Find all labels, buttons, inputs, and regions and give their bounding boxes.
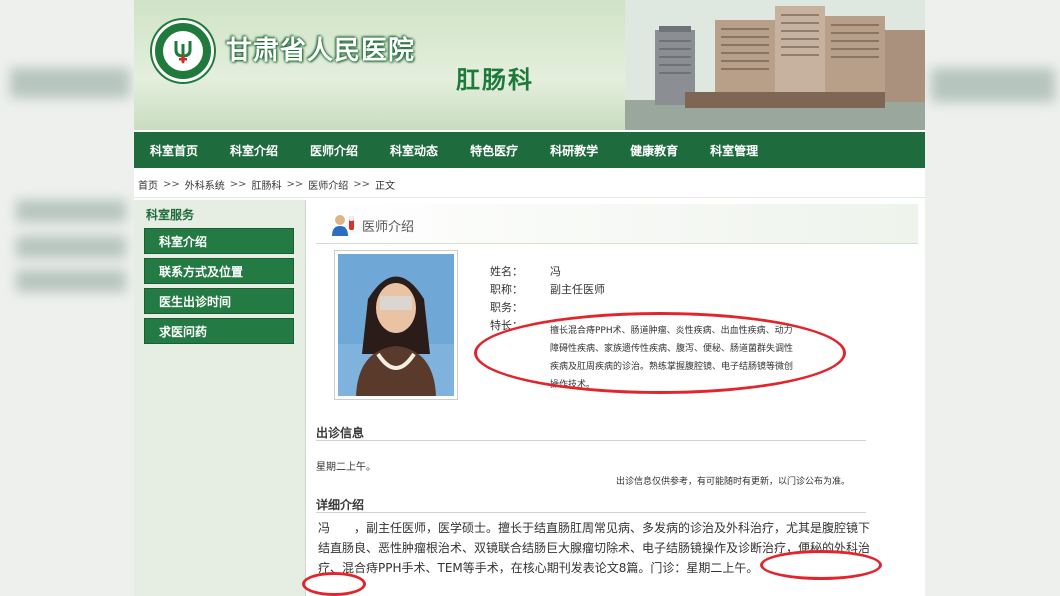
sidebar-title: 科室服务 (146, 208, 195, 222)
logo-emblem-icon (174, 41, 192, 64)
hospital-buildings-image (625, 0, 925, 130)
breadcrumb-separator: >> (229, 179, 247, 190)
detail-title: 详细介绍 (316, 498, 365, 512)
nav-item-health-education[interactable]: 健康教育 (630, 142, 678, 159)
sidebar: 科室服务 科室介绍 联系方式及位置 医生出诊时间 求医问药 (134, 200, 306, 596)
hospital-logo (152, 20, 214, 82)
breadcrumb-surgery[interactable]: 外科系统 (185, 177, 225, 192)
hospital-name: 甘肃省人民医院 (226, 36, 416, 66)
title-label: 职称： (490, 283, 523, 296)
right-blurred-margin (925, 0, 1060, 596)
site-header: 甘肃省人民医院 肛肠科 (134, 0, 925, 130)
position-label: 职务： (490, 301, 523, 314)
breadcrumb-home[interactable]: 首页 (138, 177, 158, 192)
title-value: 副主任医师 (550, 283, 605, 296)
visit-schedule: 星期二上午。 (316, 462, 376, 473)
breadcrumb-anorectal[interactable]: 肛肠科 (252, 177, 282, 192)
left-blurred-margin (0, 0, 134, 596)
highlight-circle-morning (302, 572, 366, 596)
breadcrumb-separator: >> (163, 179, 180, 190)
nav-item-home[interactable]: 科室首页 (150, 142, 198, 159)
doctor-photo (334, 250, 458, 400)
breadcrumb-current: 正文 (375, 181, 396, 192)
nav-item-management[interactable]: 科室管理 (710, 142, 758, 159)
breadcrumb-doctors[interactable]: 医师介绍 (308, 177, 348, 192)
section-header: 医师介绍 (316, 204, 918, 244)
section-title: 医师介绍 (362, 220, 415, 235)
doctor-profile: 医师介绍 姓名：冯 职称： 副主任医师 职务： 特长： 擅长混合痔PPH术、肠道肿… (302, 204, 918, 596)
sidebar-item-department-intro[interactable]: 科室介绍 (144, 228, 294, 254)
nav-item-research[interactable]: 科研教学 (550, 142, 598, 159)
breadcrumb: 首页 >> 外科系统 >> 肛肠科 >> 医师介绍 >> 正文 (134, 172, 925, 198)
nav-item-department-intro[interactable]: 科室介绍 (230, 142, 278, 159)
name-label: 姓名： (490, 265, 523, 278)
nav-item-specialty-care[interactable]: 特色医疗 (470, 142, 518, 159)
breadcrumb-separator: >> (353, 179, 371, 190)
visit-info-title: 出诊信息 (316, 426, 365, 440)
page: 甘肃省人民医院 肛肠科 科室首页 科室介绍 医师介绍 科室动态 特色医疗 科研教… (134, 0, 925, 596)
breadcrumb-separator: >> (286, 179, 304, 190)
department-title: 肛肠科 (456, 66, 534, 94)
divider (316, 440, 866, 441)
nav-item-news[interactable]: 科室动态 (390, 142, 438, 159)
doctor-icon (332, 215, 354, 236)
nav-item-doctors[interactable]: 医师介绍 (310, 142, 358, 159)
divider (316, 512, 866, 513)
main-navigation: 科室首页 科室介绍 医师介绍 科室动态 特色医疗 科研教学 健康教育 科室管理 (134, 132, 925, 168)
visit-note: 出诊信息仅供参考，有可能随时有更新，以门诊公布为准。 (616, 477, 851, 487)
highlight-circle-clinic (760, 550, 882, 580)
sidebar-item-consult[interactable]: 求医问药 (144, 318, 294, 344)
sidebar-item-contact[interactable]: 联系方式及位置 (144, 258, 294, 284)
name-value: 冯 (550, 265, 561, 278)
sidebar-item-schedule[interactable]: 医生出诊时间 (144, 288, 294, 314)
highlight-circle-specialty (474, 312, 846, 394)
